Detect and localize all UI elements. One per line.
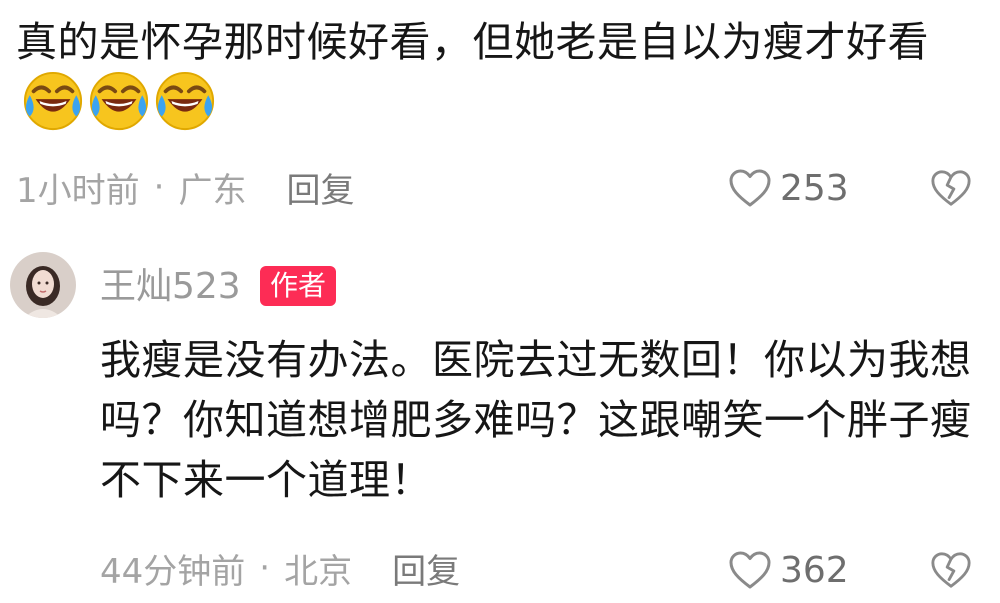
meta-separator: · [153,167,165,207]
comment-1-like-button[interactable]: 253 [728,164,849,212]
comment-2-username[interactable]: 王灿523 [100,262,241,312]
comment-1-like-count: 253 [780,167,849,209]
comment-1-reply-button[interactable]: 回复 [286,163,354,212]
comment-1-time: 1小时前 [16,170,140,211]
comment-2-location: 北京 [284,551,353,592]
meta-separator: · [259,548,271,588]
heart-outline-icon [729,551,771,589]
comment-1-meta: 1小时前 · 广东 回复 [16,163,354,212]
comment-1-location: 广东 [178,170,247,211]
comment-1-body: 真的是怀孕那时候好看，但她老是自以为瘦才好看 [16,18,929,66]
laughing-crying-emoji-icon [155,71,215,131]
laughing-crying-emoji-icon [23,71,83,131]
comment-2-reply-button[interactable]: 回复 [392,544,460,593]
user-avatar[interactable] [10,252,76,318]
author-badge: 作者 [260,266,337,306]
laughing-crying-emoji-icon [89,71,149,131]
comment-2-time: 44分钟前 [100,551,246,592]
broken-heart-outline-icon[interactable] [930,167,972,209]
heart-outline-icon [729,169,771,207]
comment-1-emojis [22,70,216,132]
broken-heart-outline-icon[interactable] [930,549,972,591]
comment-1-text: 真的是怀孕那时候好看，但她老是自以为瘦才好看 [16,12,991,136]
avatar-image [10,252,76,318]
comment-2-like-count: 362 [780,549,849,591]
comment-2-meta: 44分钟前 · 北京 回复 [100,544,460,593]
comment-2-text: 我瘦是没有办法。医院去过无数回！你以为我想吗？你知道想增肥多难吗？这跟嘲笑一个胖… [100,336,972,504]
comment-2-like-button[interactable]: 362 [728,546,849,594]
comment-thread: 真的是怀孕那时候好看，但她老是自以为瘦才好看 1小时前 · 广东 回复 253 … [0,0,1000,603]
